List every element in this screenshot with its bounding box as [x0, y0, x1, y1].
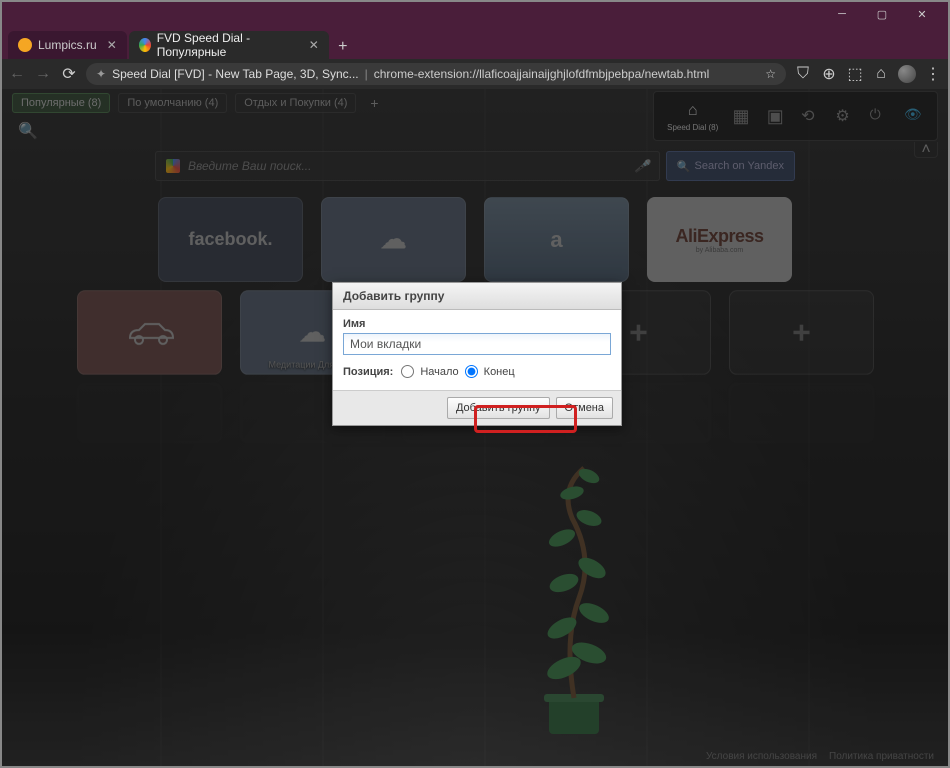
- window-icon: ▣: [767, 106, 787, 126]
- search-button-label: Search on Yandex: [695, 160, 785, 172]
- new-tab-button[interactable]: +: [331, 35, 355, 59]
- position-end-label: Конец: [484, 366, 515, 378]
- address-bar: ← → ⟳ ✦ Speed Dial [FVD] - New Tab Page,…: [0, 59, 950, 89]
- search-placeholder: Введите Ваш поиск...: [188, 159, 311, 173]
- toolbar-power[interactable]: ⏻: [870, 106, 890, 126]
- tab-close-button[interactable]: ✕: [309, 38, 319, 52]
- footer-privacy-link[interactable]: Политика приватности: [829, 751, 934, 762]
- dial-amazon[interactable]: a: [484, 197, 629, 282]
- nav-reload-button[interactable]: ⟳: [60, 65, 78, 83]
- ext-cube-icon[interactable]: ⬚: [846, 65, 864, 83]
- footer-terms-link[interactable]: Условия использования: [706, 751, 817, 762]
- cloud-icon: ☁︎: [299, 317, 325, 348]
- window-maximize-button[interactable]: ▢: [862, 0, 902, 28]
- omnibox-title: Speed Dial [FVD] - New Tab Page, 3D, Syn…: [112, 67, 359, 81]
- group-tab-popular[interactable]: Популярные (8): [12, 93, 110, 113]
- sync-icon: ⟲: [801, 106, 821, 126]
- tab-strip: Lumpics.ru ✕ FVD Speed Dial - Популярные…: [0, 28, 950, 59]
- home-grid-icon: ⌂: [683, 101, 703, 121]
- toolbar-recently-closed[interactable]: ▣: [767, 106, 787, 126]
- search-input[interactable]: Введите Ваш поиск... 🎤: [155, 151, 660, 181]
- microphone-icon[interactable]: 🎤: [635, 159, 649, 173]
- name-field-label: Имя: [343, 318, 611, 330]
- eye-icon: 👁: [904, 106, 924, 126]
- dial-grid: facebook. ☁︎ a AliExpress by Alibaba.com…: [0, 197, 950, 708]
- group-tab-leisure[interactable]: Отдых и Покупки (4): [235, 93, 356, 113]
- position-end-radio[interactable]: [465, 365, 478, 378]
- browser-menu-button[interactable]: ⋮: [924, 65, 942, 83]
- group-name-input[interactable]: [343, 333, 611, 355]
- nav-forward-button[interactable]: →: [34, 65, 52, 83]
- favicon-icon: [139, 38, 151, 52]
- tab-close-button[interactable]: ✕: [107, 38, 117, 52]
- omnibox[interactable]: ✦ Speed Dial [FVD] - New Tab Page, 3D, S…: [86, 63, 786, 85]
- cloud-icon: ☁︎: [381, 224, 407, 255]
- power-icon: ⏻: [870, 106, 890, 126]
- position-label: Позиция:: [343, 366, 393, 378]
- toolbar-settings[interactable]: ⚙: [835, 106, 855, 126]
- add-group-submit-button[interactable]: Добавить группу: [447, 397, 550, 419]
- grid-icon: ▦: [733, 106, 753, 126]
- ext-shield-icon[interactable]: ⛉: [794, 65, 812, 83]
- dial-facebook[interactable]: facebook.: [158, 197, 303, 282]
- dial-add-2[interactable]: +: [729, 290, 874, 375]
- ext-globe-icon[interactable]: ⊕: [820, 65, 838, 83]
- ext-home-icon[interactable]: ⌂: [872, 65, 890, 83]
- favicon-icon: [18, 38, 32, 52]
- amazon-icon: a: [550, 227, 562, 253]
- toolbar-eye[interactable]: 👁: [904, 106, 924, 126]
- dial-meditation[interactable]: ☁︎: [321, 197, 466, 282]
- profile-avatar[interactable]: [898, 65, 916, 83]
- dialog-title: Добавить группу: [333, 283, 621, 310]
- tab-title: FVD Speed Dial - Популярные: [157, 31, 299, 59]
- toolbar-label: Speed Dial (8): [667, 123, 718, 132]
- nav-back-button[interactable]: ←: [8, 65, 26, 83]
- car-icon: [124, 320, 174, 346]
- position-start-radio[interactable]: [401, 365, 414, 378]
- tab-lumpics[interactable]: Lumpics.ru ✕: [8, 31, 127, 59]
- cancel-button[interactable]: Отмена: [556, 397, 613, 419]
- search-button[interactable]: 🔍 Search on Yandex: [666, 151, 795, 181]
- tab-title: Lumpics.ru: [38, 38, 97, 52]
- dial-aliexpress[interactable]: AliExpress by Alibaba.com: [647, 197, 792, 282]
- window-minimize-button[interactable]: ─: [822, 0, 862, 28]
- zoom-icon[interactable]: 🔍: [18, 121, 36, 139]
- search-icon: 🔍: [677, 160, 691, 173]
- page-content: Популярные (8) По умолчанию (4) Отдых и …: [0, 89, 950, 768]
- bookmark-star-icon[interactable]: ☆: [765, 67, 776, 81]
- window-close-button[interactable]: ✕: [902, 0, 942, 28]
- toolbar-most-visited[interactable]: ▦: [733, 106, 753, 126]
- add-group-dialog: Добавить группу Имя Позиция: Начало Коне…: [332, 282, 622, 426]
- dial-auto[interactable]: [77, 290, 222, 375]
- toolbar-speed-dial[interactable]: ⌂ Speed Dial (8): [667, 101, 718, 132]
- omnibox-url: chrome-extension://llaficoajjainaijghjlo…: [374, 67, 710, 81]
- search-provider-icon: [166, 159, 180, 173]
- gear-icon: ⚙: [835, 106, 855, 126]
- group-tab-default[interactable]: По умолчанию (4): [118, 93, 227, 113]
- toolbar-collapse-button[interactable]: ˄: [914, 142, 938, 158]
- extension-icon: ✦: [96, 67, 106, 81]
- search-bar: Введите Ваш поиск... 🎤 🔍 Search on Yande…: [155, 151, 795, 181]
- toolbar-sync[interactable]: ⟲: [801, 106, 821, 126]
- add-group-button[interactable]: +: [364, 93, 384, 113]
- tab-speed-dial[interactable]: FVD Speed Dial - Популярные ✕: [129, 31, 329, 59]
- footer-links: Условия использования Политика приватнос…: [706, 751, 934, 762]
- position-start-label: Начало: [420, 366, 458, 378]
- window-titlebar: ─ ▢ ✕: [0, 0, 950, 28]
- toolbar-panel: ⌂ Speed Dial (8) ▦ ▣ ⟲ ⚙ ⏻ 👁: [653, 91, 938, 141]
